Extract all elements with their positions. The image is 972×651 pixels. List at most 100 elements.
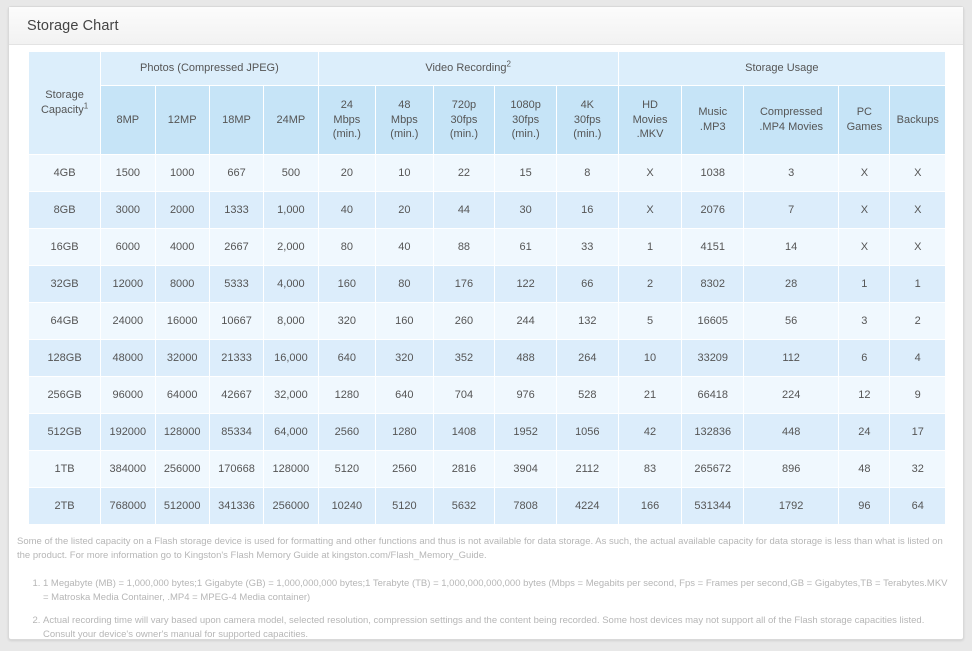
group-header-photos: Photos (Compressed JPEG) xyxy=(101,52,317,85)
table-cell: 20 xyxy=(376,192,433,228)
storage-table: Storage Capacity1 Photos (Compressed JPE… xyxy=(28,51,946,525)
capacity-line-1: Storage xyxy=(45,89,84,101)
table-cell: 15 xyxy=(495,155,556,191)
table-cell: 64 xyxy=(890,488,945,524)
row-capacity-label: 4GB xyxy=(29,155,100,191)
table-cell: 3000 xyxy=(101,192,154,228)
column-header-24mp: 24MP xyxy=(264,86,317,154)
table-cell: 80 xyxy=(319,229,376,265)
table-cell: 21 xyxy=(619,377,682,413)
header-line: .MP3 xyxy=(700,121,726,133)
row-capacity-label: 8GB xyxy=(29,192,100,228)
table-cell: 2000 xyxy=(156,192,209,228)
header-line: 48 xyxy=(398,99,410,111)
table-cell: 10667 xyxy=(210,303,263,339)
table-cell: 667 xyxy=(210,155,263,191)
header-line: (min.) xyxy=(390,128,418,140)
header-line: PC xyxy=(857,106,872,118)
group-header-row: Storage Capacity1 Photos (Compressed JPE… xyxy=(29,52,945,85)
table-body: 4GB15001000667500201022158X10383XX8GB300… xyxy=(29,155,945,524)
column-header-18mp: 18MP xyxy=(210,86,263,154)
header-line: Mbps xyxy=(333,114,360,126)
table-cell: 16605 xyxy=(682,303,743,339)
table-cell: 2560 xyxy=(319,414,376,450)
column-header-capacity: Storage Capacity1 xyxy=(29,52,100,154)
header-line: 24 xyxy=(341,99,353,111)
table-cell: 132 xyxy=(557,303,618,339)
table-cell: 33209 xyxy=(682,340,743,376)
table-cell: 1056 xyxy=(557,414,618,450)
header-line: 24MP xyxy=(277,114,306,126)
table-cell: 488 xyxy=(495,340,556,376)
table-cell: 2076 xyxy=(682,192,743,228)
table-cell: 2112 xyxy=(557,451,618,487)
table-cell: 8302 xyxy=(682,266,743,302)
table-cell: X xyxy=(619,155,682,191)
row-capacity-label: 256GB xyxy=(29,377,100,413)
column-header-music: Music .MP3 xyxy=(682,86,743,154)
table-cell: 1280 xyxy=(319,377,376,413)
table-cell: 32,000 xyxy=(264,377,317,413)
table-cell: 1 xyxy=(890,266,945,302)
table-cell: 40 xyxy=(319,192,376,228)
table-cell: 44 xyxy=(434,192,495,228)
table-cell: 2 xyxy=(890,303,945,339)
table-cell: X xyxy=(890,155,945,191)
row-capacity-label: 128GB xyxy=(29,340,100,376)
table-cell: 30 xyxy=(495,192,556,228)
column-header-backups: Backups xyxy=(890,86,945,154)
table-cell: 244 xyxy=(495,303,556,339)
table-cell: 8 xyxy=(557,155,618,191)
header-line: Games xyxy=(847,121,882,133)
table-cell: 3 xyxy=(839,303,889,339)
table-cell: 83 xyxy=(619,451,682,487)
table-cell: X xyxy=(890,192,945,228)
column-header-pc-games: PC Games xyxy=(839,86,889,154)
footnote-list: 1 Megabyte (MB) = 1,000,000 bytes;1 Giga… xyxy=(17,577,955,643)
table-cell: 3 xyxy=(744,155,838,191)
table-cell: 128000 xyxy=(264,451,317,487)
table-cell: 1,000 xyxy=(264,192,317,228)
row-capacity-label: 1TB xyxy=(29,451,100,487)
table-cell: 4000 xyxy=(156,229,209,265)
table-row: 2TB7680005120003413362560001024051205632… xyxy=(29,488,945,524)
table-cell: 341336 xyxy=(210,488,263,524)
table-row: 16GB6000400026672,00080408861331415114XX xyxy=(29,229,945,265)
table-cell: 128000 xyxy=(156,414,209,450)
footnote-lead: Some of the listed capacity on a Flash s… xyxy=(17,535,955,563)
table-cell: 176 xyxy=(434,266,495,302)
storage-chart-panel: Storage Chart Storage Capacity1 Photos (… xyxy=(8,6,964,640)
table-cell: X xyxy=(839,155,889,191)
header-line: (min.) xyxy=(333,128,361,140)
table-cell: 16000 xyxy=(156,303,209,339)
table-cell: 32000 xyxy=(156,340,209,376)
table-cell: 42667 xyxy=(210,377,263,413)
table-cell: X xyxy=(619,192,682,228)
row-capacity-label: 16GB xyxy=(29,229,100,265)
table-cell: 24 xyxy=(839,414,889,450)
table-cell: 2560 xyxy=(376,451,433,487)
header-line: 12MP xyxy=(168,114,197,126)
column-header-720p: 720p 30fps (min.) xyxy=(434,86,495,154)
table-cell: 42 xyxy=(619,414,682,450)
table-cell: 264 xyxy=(557,340,618,376)
column-header-4k: 4K 30fps (min.) xyxy=(557,86,618,154)
table-cell: 768000 xyxy=(101,488,154,524)
table-cell: 8,000 xyxy=(264,303,317,339)
table-cell: 4 xyxy=(890,340,945,376)
table-cell: 85334 xyxy=(210,414,263,450)
table-cell: 22 xyxy=(434,155,495,191)
capacity-line-2: Capacity xyxy=(41,104,84,116)
table-cell: 896 xyxy=(744,451,838,487)
table-cell: 112 xyxy=(744,340,838,376)
page-title: Storage Chart xyxy=(27,18,119,34)
table-cell: 122 xyxy=(495,266,556,302)
table-cell: 224 xyxy=(744,377,838,413)
table-cell: 640 xyxy=(319,340,376,376)
table-cell: 16,000 xyxy=(264,340,317,376)
table-cell: 14 xyxy=(744,229,838,265)
table-cell: 10240 xyxy=(319,488,376,524)
column-header-mp4-movies: Compressed .MP4 Movies xyxy=(744,86,838,154)
table-cell: 256000 xyxy=(264,488,317,524)
table-cell: 5 xyxy=(619,303,682,339)
